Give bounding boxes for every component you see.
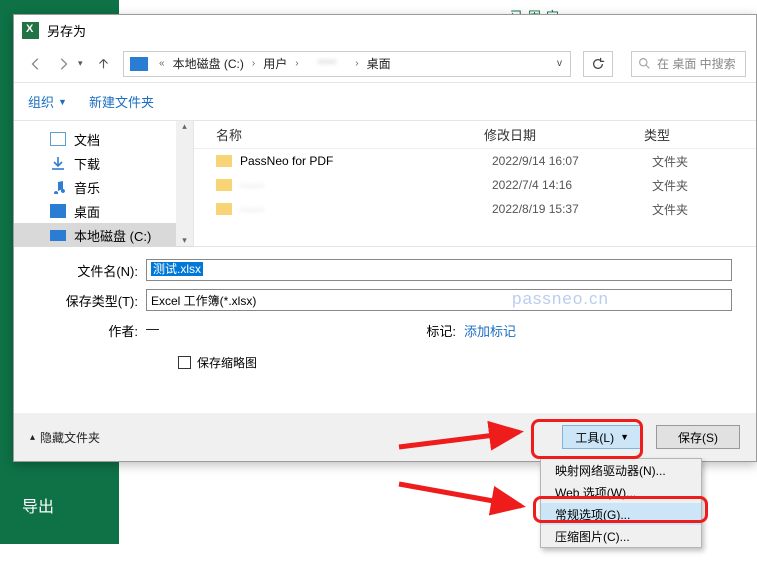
search-placeholder: 在 桌面 中搜索: [657, 55, 736, 72]
drive-icon: [50, 230, 66, 241]
filename-label: 文件名(N):: [38, 261, 146, 280]
tree-downloads[interactable]: 下载: [14, 151, 193, 175]
tags-label: 标记:: [356, 321, 464, 340]
music-icon: [50, 180, 66, 194]
col-type[interactable]: 类型: [644, 125, 756, 144]
tree-drive-c[interactable]: 本地磁盘 (C:): [14, 223, 193, 247]
refresh-button[interactable]: [583, 51, 613, 77]
folder-icon: [216, 179, 232, 191]
new-folder-button[interactable]: 新建文件夹: [89, 92, 154, 111]
backstage-send[interactable]: 发布: [0, 525, 76, 577]
backstage-export[interactable]: 导出: [0, 479, 76, 531]
desktop-icon: [50, 204, 66, 218]
hide-folders-toggle[interactable]: ▴隐藏文件夹: [30, 429, 100, 446]
checkbox-icon: [178, 356, 191, 369]
file-list: 名称 修改日期 类型 PassNeo for PDF2022/9/14 16:0…: [194, 121, 756, 246]
nav-history-dropdown[interactable]: ▾: [78, 58, 88, 69]
nav-tree: 文档 下载 音乐 桌面 本地磁盘 (C:) ▴▾: [14, 121, 194, 246]
col-name[interactable]: 名称: [194, 125, 484, 144]
menu-map-drive[interactable]: 映射网络驱动器(N)...: [541, 459, 701, 481]
menu-general-options[interactable]: 常规选项(G)...: [541, 503, 701, 525]
tree-desktop[interactable]: 桌面: [14, 199, 193, 223]
tools-button[interactable]: 工具(L)▼: [562, 425, 642, 449]
list-item[interactable]: PassNeo for PDF2022/9/14 16:07文件夹: [194, 149, 756, 173]
crumb-redacted[interactable]: ****: [304, 57, 351, 71]
watermark: passneo.cn: [512, 289, 609, 309]
filename-input[interactable]: 测试.xlsx: [146, 259, 732, 281]
tags-value[interactable]: 添加标记: [464, 321, 674, 340]
filetype-select[interactable]: Excel 工作簿(*.xlsx): [146, 289, 732, 311]
address-bar[interactable]: « 本地磁盘 (C:)› 用户› ****› 桌面 v: [123, 51, 571, 77]
excel-icon: [22, 22, 39, 39]
crumb-user[interactable]: 用户: [260, 55, 290, 72]
author-label: 作者:: [38, 321, 146, 340]
organize-button[interactable]: 组织▼: [28, 92, 67, 111]
nav-up-button[interactable]: [91, 52, 115, 76]
save-button[interactable]: 保存(S): [656, 425, 740, 449]
save-as-dialog: 另存为 ▾ « 本地磁盘 (C:)› 用户› ****› 桌面 v 在 桌面 中…: [13, 14, 757, 462]
arrow-to-general: [399, 480, 529, 525]
crumb-desktop[interactable]: 桌面: [364, 55, 394, 72]
menu-web-options[interactable]: Web 选项(W)...: [541, 481, 701, 503]
list-item[interactable]: ——2022/7/4 14:16文件夹: [194, 173, 756, 197]
drive-icon: [130, 57, 148, 71]
col-date[interactable]: 修改日期: [484, 125, 644, 144]
arrow-to-tools: [399, 412, 529, 457]
nav-forward-button[interactable]: [51, 52, 75, 76]
folder-icon: [216, 155, 232, 167]
tree-documents[interactable]: 文档: [14, 127, 193, 151]
tools-menu: 映射网络驱动器(N)... Web 选项(W)... 常规选项(G)... 压缩…: [540, 458, 702, 548]
author-value[interactable]: —: [146, 321, 356, 340]
search-input[interactable]: 在 桌面 中搜索: [631, 51, 746, 77]
nav-back-button[interactable]: [24, 52, 48, 76]
folder-icon: [216, 203, 232, 215]
downloads-icon: [50, 156, 66, 170]
tree-music[interactable]: 音乐: [14, 175, 193, 199]
tree-scrollbar[interactable]: ▴▾: [176, 121, 193, 246]
thumbnail-checkbox[interactable]: 保存缩略图: [178, 354, 732, 371]
dialog-title: 另存为: [47, 21, 86, 40]
filetype-label: 保存类型(T):: [38, 291, 146, 310]
crumb-drive[interactable]: 本地磁盘 (C:): [170, 55, 247, 72]
documents-icon: [50, 132, 66, 146]
list-item[interactable]: ——2022/8/19 15:37文件夹: [194, 197, 756, 221]
